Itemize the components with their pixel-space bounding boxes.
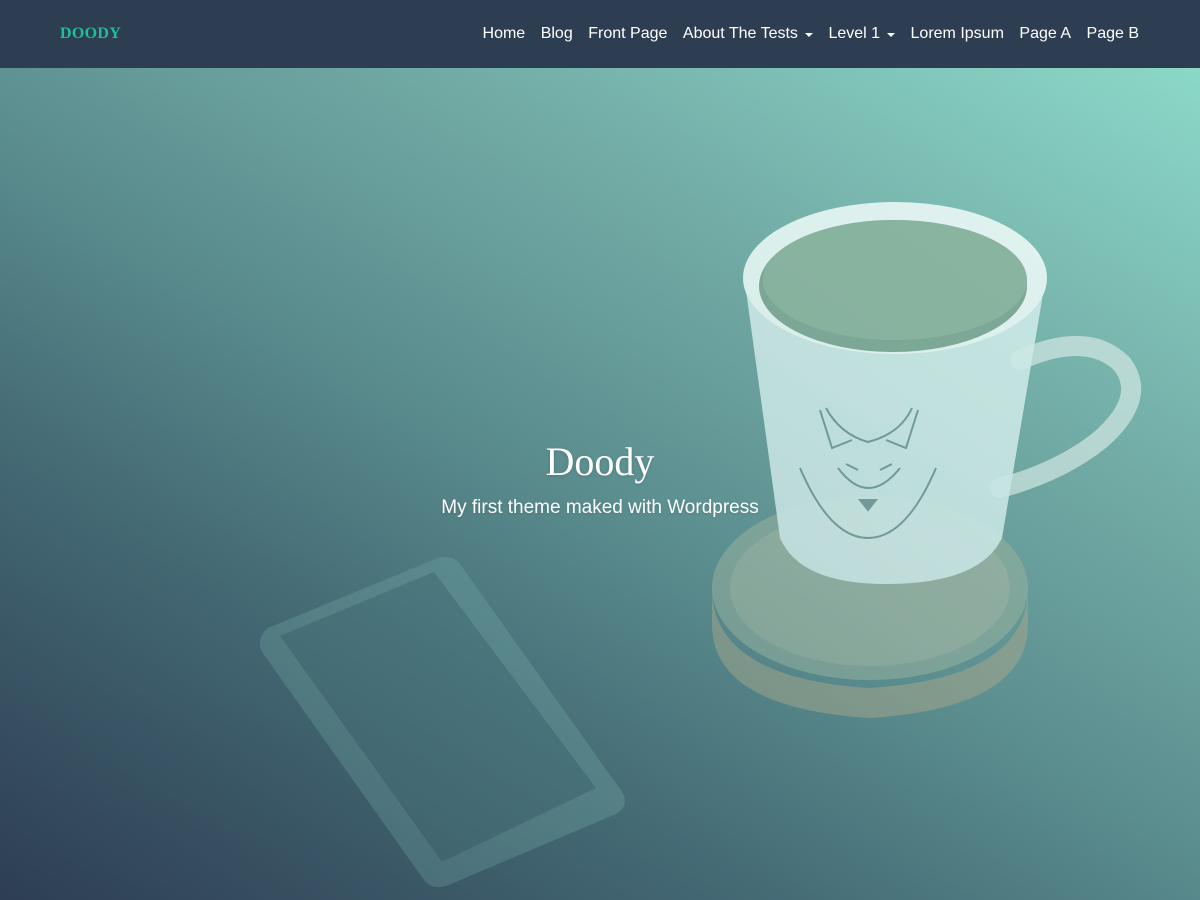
nav-item-page-a[interactable]: Page A	[1019, 25, 1071, 43]
nav-item-page-b[interactable]: Page B	[1087, 25, 1139, 43]
nav-item-label: Front Page	[588, 25, 668, 42]
nav-item-label: Blog	[540, 25, 573, 42]
nav-item-front-page[interactable]: Front Page	[588, 25, 667, 43]
nav-item-level-1[interactable]: Level 1	[828, 25, 896, 43]
nav-item-home[interactable]: Home	[483, 25, 526, 43]
nav-item-blog[interactable]: Blog	[541, 25, 573, 43]
nav-item-label: Lorem Ipsum	[910, 25, 1004, 42]
nav-item-label: About The Tests	[682, 25, 798, 42]
hero-banner: Doody My first theme maked with Wordpres…	[0, 68, 1200, 900]
nav-item-lorem-ipsum[interactable]: Lorem Ipsum	[911, 25, 1004, 43]
nav-item-label: Home	[482, 25, 526, 42]
nav-item-label: Page A	[1019, 25, 1072, 42]
main-menu: Home Blog Front Page About The Tests Lev…	[483, 25, 1139, 43]
nav-item-about-the-tests[interactable]: About The Tests	[683, 25, 813, 43]
site-tagline: My first theme maked with Wordpress	[441, 497, 759, 518]
hero-text: Doody My first theme maked with Wordpres…	[0, 438, 1200, 520]
caret-down-icon	[804, 33, 813, 37]
nav-item-label: Level 1	[828, 25, 881, 42]
top-navbar: DOODY Home Blog Front Page About The Tes…	[0, 0, 1200, 68]
site-brand-link[interactable]: DOODY	[60, 25, 121, 43]
nav-item-label: Page B	[1086, 25, 1139, 42]
caret-down-icon	[887, 33, 896, 37]
site-title: Doody	[545, 439, 655, 484]
